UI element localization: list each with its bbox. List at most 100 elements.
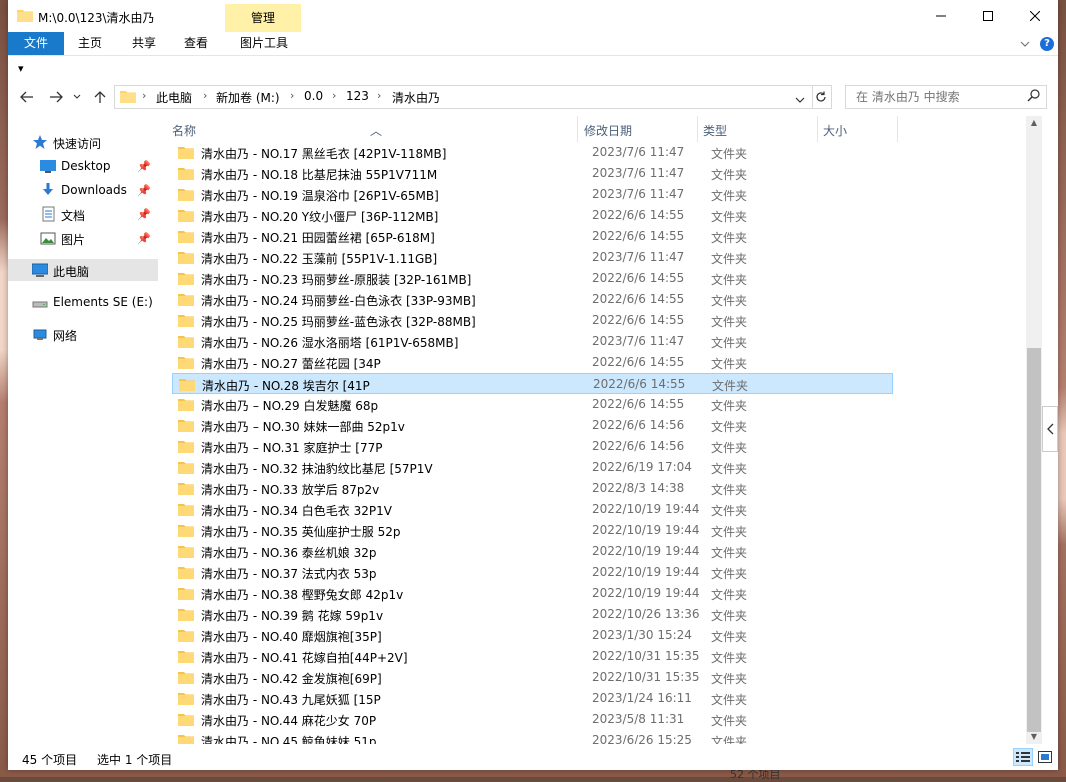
chevron-down-icon[interactable] [1020, 37, 1030, 51]
sort-ascending-icon: ︿ [370, 124, 383, 138]
table-row[interactable]: 清水由乃 - NO.22 玉藻前 [55P1V-1.11GB] 2023/7/6 … [172, 247, 893, 268]
table-row[interactable]: 清水由乃 - NO.21 田园蕾丝裙 [65P-618M] 2022/6/6 14… [172, 226, 893, 247]
table-row[interactable]: 清水由乃 - NO.40 靡烟旗袍[35P] 2023/1/30 15:24 文件夹 [172, 625, 893, 646]
chevron-down-icon[interactable] [795, 93, 805, 107]
table-row[interactable]: 清水由乃 - NO.44 麻花少女 70P 2023/5/8 11:31 文件夹 [172, 709, 893, 730]
scroll-up-arrow[interactable]: ▲ [1026, 116, 1042, 130]
search-icon[interactable] [1027, 89, 1040, 105]
table-row[interactable]: 清水由乃 - NO.27 蕾丝花园 [34P 2022/6/6 14:55 文件夹 [172, 352, 893, 373]
maximize-button[interactable] [965, 0, 1011, 32]
file-name: 清水由乃 - NO.32 抹油豹纹比基尼 [57P1V [201, 462, 433, 476]
sidebar-item-this-pc[interactable]: 此电脑 [8, 259, 158, 281]
sidebar-item-quick-access[interactable]: 快速访问 [8, 131, 158, 153]
address-bar[interactable]: › 此电脑 › 新加卷 (M:) › 0.0 › 123 › 清水由乃 [114, 85, 813, 109]
table-row[interactable]: 清水由乃 - NO.33 放学后 87p2v 2022/8/3 14:38 文件夹 [172, 478, 893, 499]
table-row[interactable]: 清水由乃 - NO.38 樫野兔女郎 42p1v 2022/10/19 19:44… [172, 583, 893, 604]
tab-home[interactable]: 主页 [74, 32, 106, 56]
file-type: 文件夹 [711, 420, 748, 434]
table-row[interactable]: 清水由乃 - NO.24 玛丽萝丝-白色泳衣 [33P-93MB] 2022/6/… [172, 289, 893, 310]
table-row[interactable]: 清水由乃 - NO.41 花嫁自拍[44P+2V] 2022/10/31 15:3… [172, 646, 893, 667]
table-row[interactable]: 清水由乃 - NO.25 玛丽萝丝-蓝色泳衣 [32P-88MB] 2022/6/… [172, 310, 893, 331]
pin-icon[interactable]: 📌 [137, 184, 151, 197]
up-button[interactable] [91, 88, 109, 106]
pin-icon[interactable]: 📌 [137, 160, 151, 173]
table-row[interactable]: 清水由乃 - NO.37 法式内衣 53p 2022/10/19 19:44 文件夹 [172, 562, 893, 583]
quick-access-toolbar-dropdown[interactable]: ▾ [18, 62, 24, 75]
back-button[interactable] [18, 88, 36, 106]
sidebar-item-desktop[interactable]: Desktop 📌 [8, 155, 158, 177]
sidebar-item-network[interactable]: 网络 [8, 323, 158, 345]
folder-icon [178, 334, 194, 351]
forward-button[interactable] [47, 88, 65, 106]
breadcrumb-current-folder[interactable]: 清水由乃 [392, 89, 440, 106]
table-row[interactable]: 清水由乃 - NO.34 白色毛衣 32P1V 2022/10/19 19:44 文… [172, 499, 893, 520]
breadcrumb-separator: › [142, 89, 147, 102]
table-row[interactable]: 清水由乃 - NO.32 抹油豹纹比基尼 [57P1V 2022/6/19 17:… [172, 457, 893, 478]
sidebar-item-pictures[interactable]: 图片 📌 [8, 227, 158, 249]
table-row[interactable]: 清水由乃 - NO.36 泰丝机娘 32p 2022/10/19 19:44 文件夹 [172, 541, 893, 562]
file-name: 清水由乃 - NO.40 靡烟旗袍[35P] [201, 630, 382, 644]
tab-file[interactable]: 文件 [8, 32, 64, 56]
scroll-down-arrow[interactable]: ▼ [1026, 730, 1042, 744]
search-box[interactable] [845, 85, 1047, 109]
tab-share[interactable]: 共享 [128, 32, 160, 56]
table-row[interactable]: 清水由乃 – NO.30 妹妹一部曲 52p1v 2022/6/6 14:56 文件… [172, 415, 893, 436]
column-divider[interactable] [697, 116, 698, 142]
column-divider[interactable] [897, 116, 898, 142]
breadcrumb-this-pc[interactable]: 此电脑 [156, 89, 192, 106]
column-header-name[interactable]: 名称 [172, 122, 196, 139]
large-icons-view-button[interactable] [1035, 748, 1055, 766]
details-view-button[interactable] [1013, 748, 1033, 766]
folder-icon [178, 565, 194, 582]
pin-icon[interactable]: 📌 [137, 208, 151, 221]
table-row[interactable]: 清水由乃 - NO.20 Y纹小僵尸 [36P-112MB] 2022/6/6 1… [172, 205, 893, 226]
tab-view[interactable]: 查看 [180, 32, 212, 56]
column-divider[interactable] [817, 116, 818, 142]
table-row[interactable]: 清水由乃 - NO.17 黑丝毛衣 [42P1V-118MB] 2023/7/6 … [172, 142, 893, 163]
tab-picture-tools[interactable]: 图片工具 [234, 32, 294, 56]
title-bar[interactable]: M:\0.0\123\清水由乃 管理 [8, 0, 1058, 32]
search-input[interactable] [854, 89, 1028, 105]
pin-icon[interactable]: 📌 [137, 232, 151, 245]
file-type: 文件夹 [711, 567, 748, 581]
folder-icon [17, 8, 33, 25]
file-type: 文件夹 [711, 630, 748, 644]
table-row[interactable]: 清水由乃 - NO.43 九尾妖狐 [15P 2023/1/24 16:11 文件夹 [172, 688, 893, 709]
context-tab-manage[interactable]: 管理 [225, 4, 301, 32]
refresh-button[interactable] [811, 85, 832, 109]
breadcrumb-0-0[interactable]: 0.0 [304, 89, 323, 103]
sidebar-item-downloads[interactable]: Downloads 📌 [8, 179, 158, 201]
scrollbar-thumb[interactable] [1027, 348, 1041, 732]
sidebar-item-documents[interactable]: 文档 📌 [8, 203, 158, 225]
preview-pane-toggle[interactable] [1042, 406, 1058, 452]
table-row[interactable]: 清水由乃 - NO.18 比基尼抹油 55P1V711M 2023/7/6 11:… [172, 163, 893, 184]
help-icon[interactable]: ? [1040, 37, 1054, 51]
table-row[interactable]: 清水由乃 - NO.23 玛丽萝丝-原服装 [32P-161MB] 2022/6/… [172, 268, 893, 289]
close-button[interactable] [1012, 0, 1058, 32]
recent-locations-button[interactable] [71, 88, 83, 106]
table-row[interactable]: 清水由乃 - NO.19 温泉浴巾 [26P1V-65MB] 2023/7/6 1… [172, 184, 893, 205]
breadcrumb-123[interactable]: 123 [346, 89, 369, 103]
column-header-size[interactable]: 大小 [823, 122, 847, 139]
table-row[interactable]: 清水由乃 - NO.45 鲸鱼妹妹 51p 2023/6/26 15:25 文件夹 [172, 730, 893, 744]
table-row[interactable]: 清水由乃 - NO.26 湿水洛丽塔 [61P1V-658MB] 2023/7/6… [172, 331, 893, 352]
table-row[interactable]: 清水由乃 – NO.31 家庭护士 [77P 2022/6/6 14:56 文件夹 [172, 436, 893, 457]
maximize-icon [983, 11, 993, 21]
table-row[interactable]: 清水由乃 - NO.28 埃吉尔 [41P 2022/6/6 14:55 文件夹 [172, 373, 893, 394]
network-icon [32, 326, 48, 342]
column-divider[interactable] [577, 116, 578, 142]
file-type: 文件夹 [711, 588, 748, 602]
table-row[interactable]: 清水由乃 – NO.29 白发魅魔 68p 2022/6/6 14:55 文件夹 [172, 394, 893, 415]
column-header-type[interactable]: 类型 [703, 122, 727, 139]
table-row[interactable]: 清水由乃 - NO.42 金发旗袍[69P] 2022/10/31 15:35 文件… [172, 667, 893, 688]
sidebar-item-elements-se[interactable]: Elements SE (E:) [8, 291, 158, 313]
ribbon-tabs: 文件 主页 共享 查看 图片工具 [8, 32, 1058, 56]
table-row[interactable]: 清水由乃 - NO.35 英仙座护士服 52p 2022/10/19 19:44 文… [172, 520, 893, 541]
table-row[interactable]: 清水由乃 - NO.39 鹅 花嫁 59p1v 2022/10/26 13:36 文… [172, 604, 893, 625]
vertical-scrollbar[interactable]: ▲ ▼ [1026, 116, 1042, 744]
file-date: 2023/5/8 11:31 [592, 712, 685, 726]
minimize-button[interactable] [918, 0, 964, 32]
column-header-date[interactable]: 修改日期 [584, 122, 632, 139]
breadcrumb-volume-m[interactable]: 新加卷 (M:) [216, 89, 280, 106]
file-date: 2022/6/6 14:55 [592, 355, 685, 369]
